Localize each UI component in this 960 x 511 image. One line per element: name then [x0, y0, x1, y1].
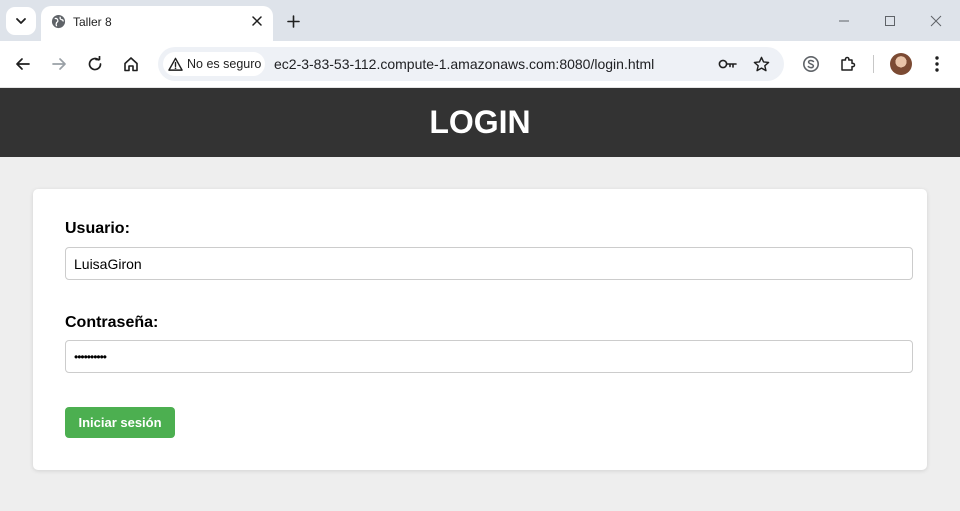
extensions-button[interactable] [837, 53, 859, 75]
more-vertical-icon [935, 56, 939, 72]
tab-search-button[interactable] [6, 7, 36, 35]
maximize-icon [885, 16, 895, 26]
skype-extension-button[interactable] [800, 53, 822, 75]
password-input[interactable]: •••••••••• [65, 340, 913, 373]
profile-avatar[interactable] [890, 53, 912, 75]
page-header: LOGIN [0, 88, 960, 157]
close-window-button[interactable] [925, 11, 947, 31]
toolbar-divider [873, 55, 874, 73]
password-label: Contraseña: [65, 314, 159, 331]
tab-title: Taller 8 [73, 15, 112, 29]
reload-icon [88, 56, 102, 71]
chevron-down-icon [16, 18, 26, 24]
back-button[interactable] [12, 53, 34, 75]
maximize-button[interactable] [879, 11, 901, 31]
warning-icon [168, 57, 183, 71]
username-value: LuisaGiron [74, 255, 142, 272]
home-button[interactable] [120, 53, 142, 75]
forward-button[interactable] [48, 53, 70, 75]
security-chip-label: No es seguro [187, 57, 262, 71]
new-tab-button[interactable] [283, 11, 303, 31]
address-bar[interactable]: No es seguro ec2-3-83-53-112.compute-1.a… [158, 47, 784, 81]
puzzle-icon [841, 56, 856, 71]
password-value: •••••••••• [74, 349, 107, 364]
reload-button[interactable] [84, 53, 106, 75]
menu-button[interactable] [926, 53, 948, 75]
password-key-icon[interactable] [718, 54, 738, 74]
browser-tab[interactable]: Taller 8 [41, 6, 273, 41]
security-chip[interactable]: No es seguro [163, 52, 265, 76]
minimize-icon [839, 20, 849, 22]
page-title: LOGIN [429, 104, 531, 140]
username-input[interactable]: LuisaGiron [65, 247, 913, 280]
browser-toolbar: No es seguro ec2-3-83-53-112.compute-1.a… [0, 41, 960, 88]
login-button-label: Iniciar sesión [78, 415, 162, 430]
bookmark-star-icon[interactable] [751, 54, 771, 74]
plus-icon [286, 14, 300, 28]
globe-icon [51, 14, 66, 29]
login-card: Usuario: LuisaGiron Contraseña: ••••••••… [33, 189, 927, 470]
home-icon [124, 57, 138, 72]
username-label: Usuario: [65, 220, 130, 237]
skype-icon [803, 56, 819, 72]
tab-strip: Taller 8 [0, 0, 960, 41]
minimize-button[interactable] [833, 11, 855, 31]
arrow-left-icon [16, 58, 30, 70]
arrow-right-icon [52, 58, 66, 70]
page-content: LOGIN Usuario: LuisaGiron Contraseña: ••… [0, 88, 960, 511]
login-button[interactable]: Iniciar sesión [65, 407, 175, 438]
close-tab-icon[interactable] [249, 13, 265, 29]
close-icon [930, 15, 942, 27]
url-text[interactable]: ec2-3-83-53-112.compute-1.amazonaws.com:… [274, 56, 654, 72]
